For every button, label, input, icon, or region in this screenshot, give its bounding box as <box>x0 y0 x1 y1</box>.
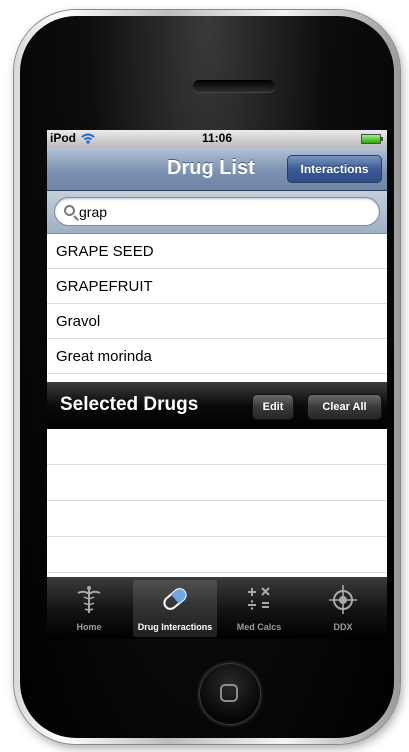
tab-ddx[interactable]: DDX <box>301 580 385 637</box>
status-bar: iPod 11:06 <box>47 130 387 147</box>
crosshair-icon <box>329 585 357 614</box>
tab-label: DDX <box>333 622 353 632</box>
navigation-bar: Drug List Interactions <box>47 147 387 191</box>
earpiece-speaker <box>193 80 275 92</box>
caduceus-icon <box>77 586 101 613</box>
tab-label: Drug Interactions <box>137 622 213 632</box>
tab-med-calcs[interactable]: Med Calcs <box>217 580 301 637</box>
empty-list-row <box>47 429 387 465</box>
empty-list-row <box>47 501 387 537</box>
home-square-icon <box>220 684 238 702</box>
interactions-button[interactable]: Interactions <box>287 155 382 183</box>
list-item[interactable]: GRAPEFRUIT <box>47 269 387 304</box>
list-item[interactable]: Gravol <box>47 304 387 339</box>
page-title: Drug List <box>167 157 255 179</box>
list-item[interactable]: Great morinda <box>47 339 387 374</box>
calculator-symbols-icon <box>248 587 270 610</box>
drug-results-list: GRAPE SEED GRAPEFRUIT Gravol Great morin… <box>47 234 387 374</box>
home-hardware-button[interactable] <box>199 663 261 725</box>
selected-drugs-title: Selected Drugs <box>60 394 199 415</box>
tab-drug-interactions[interactable]: Drug Interactions <box>133 580 217 637</box>
status-time: 11:06 <box>201 131 233 145</box>
edit-button[interactable]: Edit <box>252 394 294 420</box>
tab-label: Home <box>76 622 102 632</box>
tab-home[interactable]: Home <box>47 580 131 637</box>
battery-icon <box>361 134 383 144</box>
search-bar <box>47 191 387 234</box>
search-input[interactable] <box>79 202 369 221</box>
empty-list-row <box>47 537 387 573</box>
capsule-icon <box>163 588 187 610</box>
list-item[interactable]: GRAPE SEED <box>47 234 387 269</box>
empty-list-row <box>47 465 387 501</box>
clear-all-button[interactable]: Clear All <box>307 394 382 420</box>
selected-drugs-list <box>47 429 387 573</box>
tab-bar: Home Drug Interactions Med Calcs DDX <box>47 577 387 639</box>
app-screen: iPod 11:06 Drug List Interactions GRAPE … <box>47 130 387 639</box>
search-icon <box>64 205 75 216</box>
search-field[interactable] <box>54 197 380 226</box>
selected-drugs-header: Selected Drugs Edit Clear All <box>47 382 387 429</box>
tab-label: Med Calcs <box>236 622 282 632</box>
